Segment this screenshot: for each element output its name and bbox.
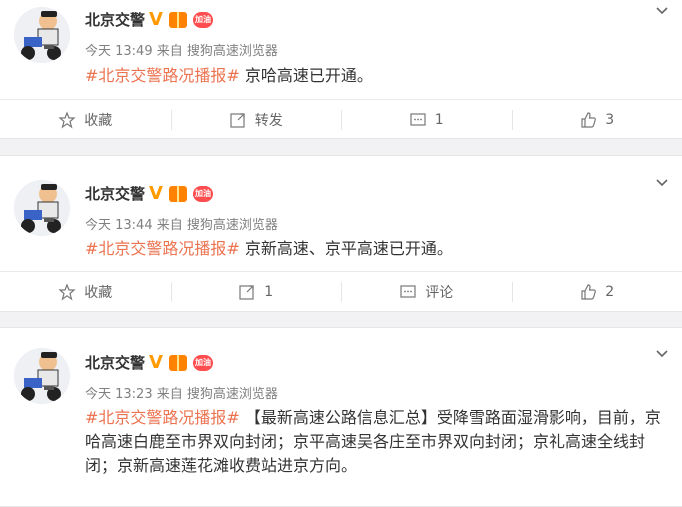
action-bar: 收藏 1 评论 2 [0, 271, 682, 312]
repost-button[interactable]: 转发 [171, 100, 342, 140]
gift-badge-icon[interactable] [169, 186, 187, 202]
hashtag-link[interactable]: #北京交警路况播报# [85, 66, 240, 85]
post-content: #北京交警路况播报# 【最新高速公路信息汇总】受降雪路面湿滑影响，目前，京哈高速… [85, 406, 664, 478]
repost-label: 转发 [255, 110, 283, 130]
verified-icon: V [149, 352, 163, 373]
author-name[interactable]: 北京交警 [85, 352, 145, 373]
thumbs-up-icon [579, 283, 597, 301]
gift-badge-icon[interactable] [169, 12, 187, 28]
verified-icon: V [149, 9, 163, 30]
post-content: #北京交警路况播报# 京哈高速已开通。 [85, 64, 664, 88]
comment-button[interactable]: 1 [341, 100, 512, 140]
avatar[interactable] [14, 7, 70, 63]
star-icon [58, 111, 76, 129]
police-motorcycle-avatar-icon [14, 7, 70, 63]
gift-badge-icon[interactable] [169, 355, 187, 371]
weibo-post: 北京交警 V 加油 今天 13:23 来自 搜狗高速浏览器 #北京交警路况播报#… [0, 327, 682, 507]
hashtag-link[interactable]: #北京交警路况播报# [85, 408, 240, 427]
action-bar: 收藏 转发 1 3 [0, 99, 682, 140]
collect-button[interactable]: 收藏 [0, 272, 171, 312]
verified-icon: V [149, 183, 163, 204]
heart-badge-icon[interactable]: 加油 [193, 186, 213, 202]
like-button[interactable]: 2 [512, 272, 682, 312]
post-text: 京新高速、京平高速已开通。 [240, 239, 453, 258]
repost-icon [229, 111, 247, 129]
collect-label: 收藏 [84, 282, 112, 302]
repost-count: 1 [264, 284, 273, 300]
comment-label: 评论 [425, 282, 453, 302]
thumbs-up-icon [579, 111, 597, 129]
heart-badge-icon[interactable]: 加油 [193, 355, 213, 371]
post-content: #北京交警路况播报# 京新高速、京平高速已开通。 [85, 237, 664, 261]
like-button[interactable]: 3 [512, 100, 682, 140]
police-motorcycle-avatar-icon [14, 348, 70, 404]
repost-button[interactable]: 1 [171, 272, 342, 312]
author-name[interactable]: 北京交警 [85, 9, 145, 30]
comment-icon [399, 283, 417, 301]
chevron-down-icon[interactable] [654, 346, 670, 362]
avatar[interactable] [14, 180, 70, 236]
chevron-down-icon[interactable] [654, 175, 670, 191]
repost-icon [238, 283, 256, 301]
post-meta: 今天 13:23 来自 搜狗高速浏览器 [85, 383, 278, 402]
star-icon [58, 283, 76, 301]
avatar[interactable] [14, 348, 70, 404]
collect-label: 收藏 [84, 110, 112, 130]
post-text: 京哈高速已开通。 [240, 66, 373, 85]
comment-count: 1 [435, 112, 444, 128]
like-count: 2 [605, 284, 614, 300]
author-name[interactable]: 北京交警 [85, 183, 145, 204]
post-meta: 今天 13:49 来自 搜狗高速浏览器 [85, 40, 278, 59]
comment-button[interactable]: 评论 [341, 272, 512, 312]
post-meta: 今天 13:44 来自 搜狗高速浏览器 [85, 214, 278, 233]
like-count: 3 [605, 112, 614, 128]
comment-icon [409, 111, 427, 129]
weibo-post: 北京交警 V 加油 今天 13:49 来自 搜狗高速浏览器 #北京交警路况播报#… [0, 0, 682, 139]
heart-badge-icon[interactable]: 加油 [193, 12, 213, 28]
police-motorcycle-avatar-icon [14, 180, 70, 236]
hashtag-link[interactable]: #北京交警路况播报# [85, 239, 240, 258]
weibo-post: 北京交警 V 加油 今天 13:44 来自 搜狗高速浏览器 #北京交警路况播报#… [0, 155, 682, 312]
chevron-down-icon[interactable] [654, 3, 670, 19]
collect-button[interactable]: 收藏 [0, 100, 171, 140]
